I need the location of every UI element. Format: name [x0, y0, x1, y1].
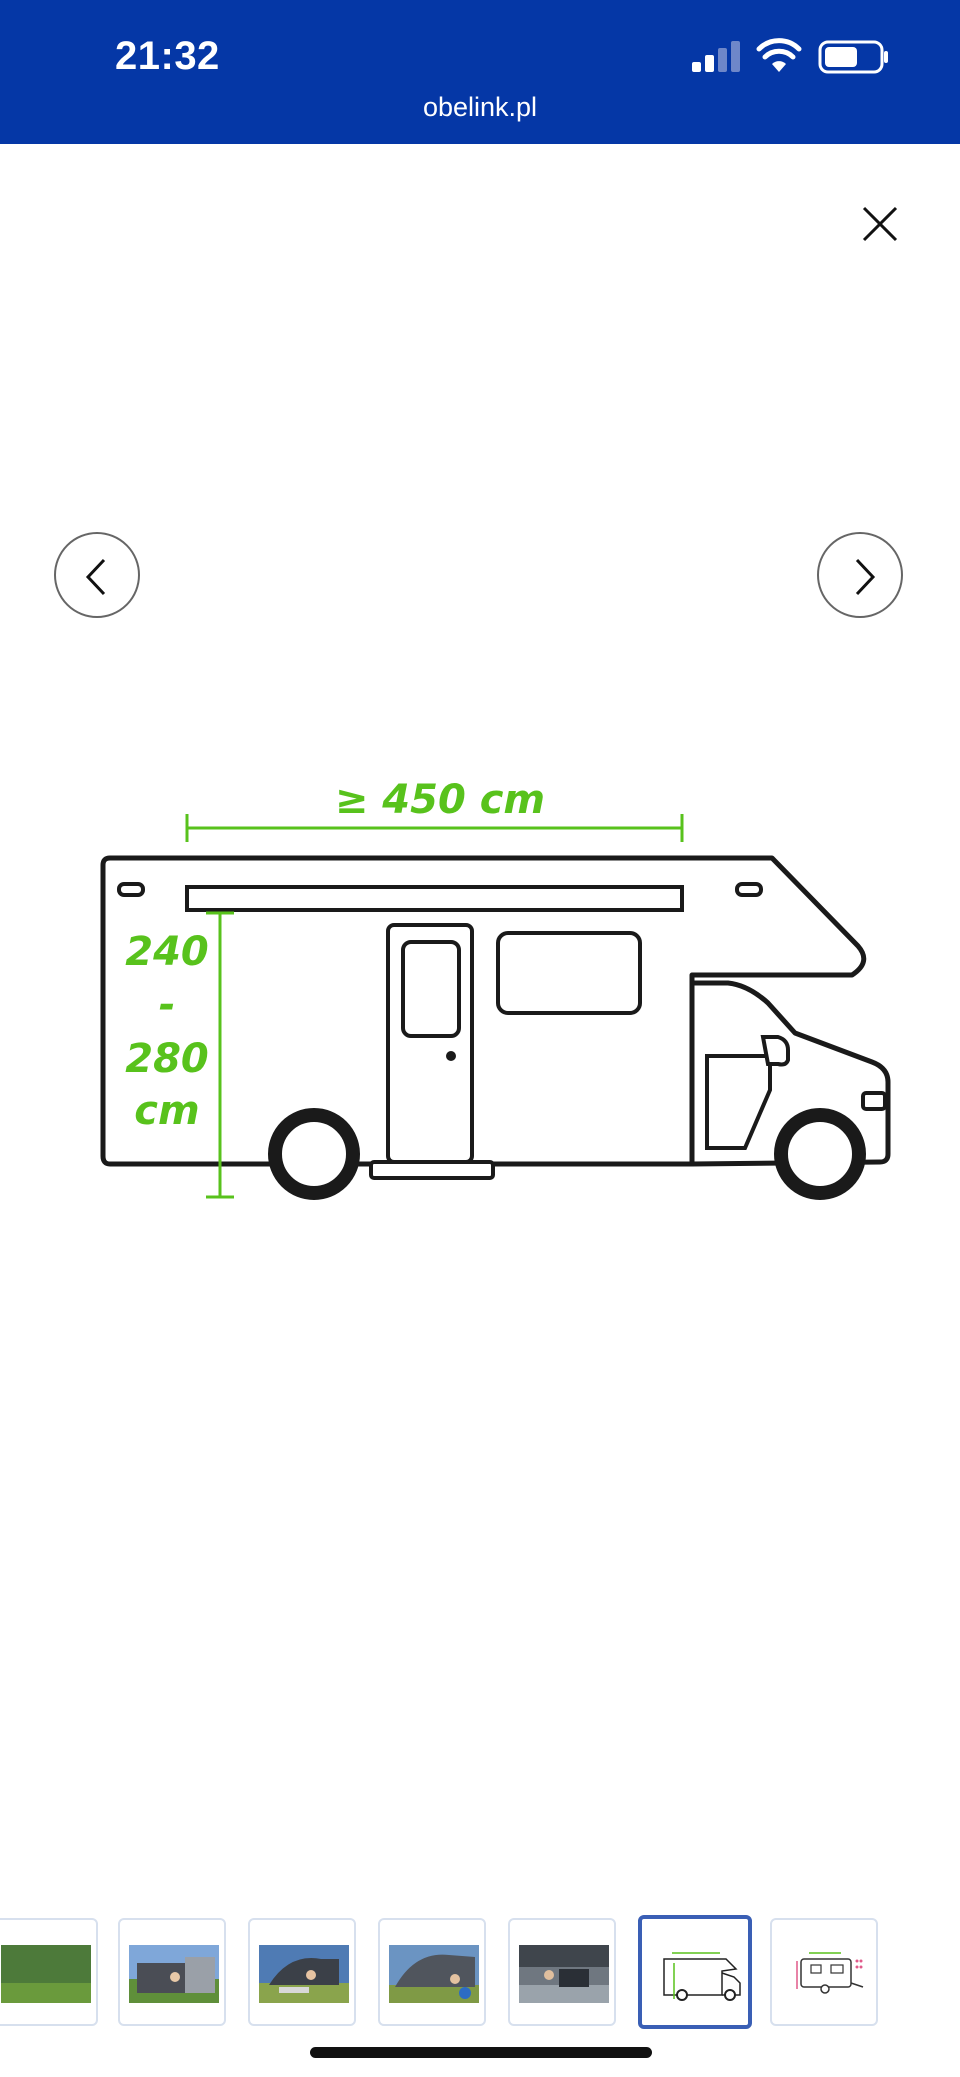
thumbnail-caravan-drawing: [781, 1945, 871, 2003]
battery-icon: [818, 40, 888, 74]
close-button[interactable]: [856, 200, 904, 248]
thumbnail-item[interactable]: [248, 1918, 356, 2026]
marker-light-front: [735, 882, 763, 897]
thumbnail-photo: [259, 1945, 349, 2003]
marker-light-rear: [117, 882, 145, 897]
thumbnail-photo: [129, 1945, 219, 2003]
thumbnail-item[interactable]: [508, 1918, 616, 2026]
front-wheel: [774, 1108, 866, 1200]
side-window: [496, 931, 642, 1015]
status-bar: 21:32 obelink.pl: [0, 0, 960, 144]
height-label-max: 280: [125, 1036, 209, 1082]
chevron-left-icon: [85, 558, 106, 596]
height-label-unit: cm: [134, 1088, 199, 1134]
thumbnail-photo: [1, 1945, 91, 2003]
height-label-min: 240: [125, 929, 209, 975]
awning-rail: [185, 885, 684, 912]
thumbnail-item[interactable]: [118, 1918, 226, 2026]
side-mirror: [760, 1035, 790, 1067]
entry-step: [369, 1160, 495, 1180]
thumbnail-item[interactable]: [378, 1918, 486, 2026]
thumbnail-item[interactable]: [770, 1918, 878, 2026]
thumbnail-item[interactable]: [0, 1918, 98, 2026]
thumbnail-photo: [519, 1945, 609, 2003]
status-time: 21:32: [115, 34, 220, 78]
next-image-button[interactable]: [817, 532, 903, 618]
wifi-icon: [756, 38, 802, 72]
home-indicator[interactable]: [310, 2047, 652, 2058]
previous-image-button[interactable]: [54, 532, 140, 618]
door-window: [401, 940, 461, 1038]
rear-wheel: [268, 1108, 360, 1200]
chevron-right-icon: [855, 558, 876, 596]
height-label-dash: -: [159, 982, 176, 1028]
cellular-signal-icon: [692, 41, 740, 72]
door-handle: [446, 1051, 456, 1061]
url-domain[interactable]: obelink.pl: [0, 92, 960, 123]
headlight: [861, 1091, 887, 1111]
motorhome-dimension-drawing: ≥ 450 cm 240 - 280 cm: [100, 777, 891, 1200]
thumbnail-item-active[interactable]: [638, 1915, 752, 2029]
thumbnail-strip[interactable]: [0, 1910, 960, 2030]
close-icon: [862, 206, 898, 242]
thumbnail-motorhome-drawing: [654, 1947, 744, 2005]
length-label: ≥ 450 cm: [335, 777, 545, 823]
thumbnail-photo: [389, 1945, 479, 2003]
